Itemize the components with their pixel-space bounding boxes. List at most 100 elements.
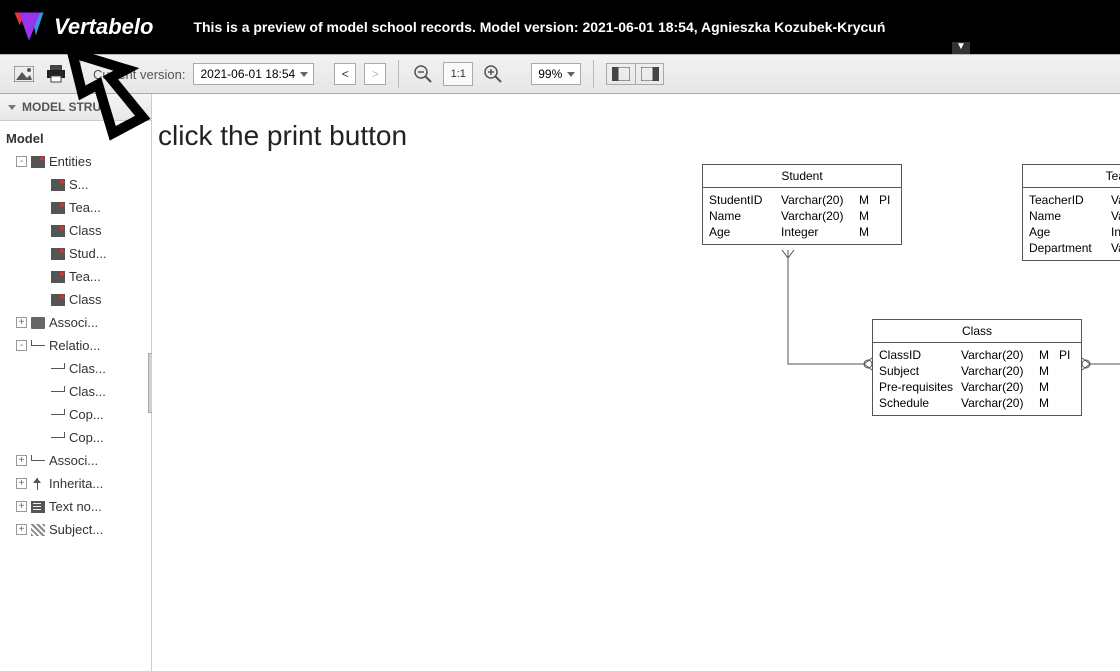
col-type: Varchar(20)	[781, 208, 853, 224]
current-version-label: Current version:	[93, 67, 185, 82]
tree-item[interactable]: -Entities	[4, 150, 151, 173]
col-name: Schedule	[879, 395, 955, 411]
entity-student[interactable]: Student StudentIDVarchar(20)MPINameVarch…	[702, 164, 902, 245]
banner-close-icon[interactable]: ▼	[952, 42, 970, 54]
relh-icon	[51, 386, 65, 398]
tree-spacer	[36, 225, 47, 236]
tree-expand-toggle[interactable]: +	[16, 317, 27, 328]
entity-class-title: Class	[873, 320, 1081, 343]
zoom-reset-button[interactable]: 1:1	[443, 62, 473, 86]
entity-column-row: Pre-requisitesVarchar(20)M	[879, 379, 1075, 395]
col-key	[1059, 395, 1075, 411]
entity-column-row: AgeIntegerM	[1029, 224, 1120, 240]
col-name: Name	[709, 208, 775, 224]
model-structure-sidebar: MODEL STRU... Model -EntitiesS... Tea... C…	[0, 94, 152, 671]
tree-item-label: Tea...	[69, 200, 101, 215]
entity-column-row: AgeIntegerM	[709, 224, 895, 240]
tree-expand-toggle[interactable]: +	[16, 478, 27, 489]
entity-column-row: NameVarchar(20)M	[1029, 208, 1120, 224]
col-nn: M	[1039, 363, 1053, 379]
ent-icon	[51, 225, 65, 237]
tree-item-label: Class	[69, 292, 102, 307]
image-export-button[interactable]	[12, 62, 36, 86]
tree-spacer	[36, 271, 47, 282]
left-panel-toggle[interactable]	[607, 64, 635, 84]
tree-item-label: Inherita...	[49, 476, 103, 491]
entity-column-row: SubjectVarchar(20)M	[879, 363, 1075, 379]
tree-item[interactable]: Class	[4, 219, 151, 242]
inh-icon	[31, 478, 45, 490]
tree-spacer	[36, 363, 47, 374]
col-key	[879, 208, 895, 224]
col-nn: M	[859, 192, 873, 208]
tree-item-label: Class	[69, 223, 102, 238]
col-type: Varchar(20)	[961, 379, 1033, 395]
tree-item-label: Associ...	[49, 315, 98, 330]
entity-column-row: ClassIDVarchar(20)MPI	[879, 347, 1075, 363]
zoom-out-button[interactable]	[411, 62, 435, 86]
rel-icon	[31, 455, 45, 467]
tree-item[interactable]: Stud...	[4, 242, 151, 265]
col-nn: M	[1039, 347, 1053, 363]
relh-icon	[51, 363, 65, 375]
tree-expand-toggle[interactable]: -	[16, 340, 27, 351]
tree-spacer	[36, 202, 47, 213]
col-type: Varchar(20)	[961, 395, 1033, 411]
collapse-icon	[8, 105, 16, 110]
version-prev-button[interactable]: <	[334, 63, 356, 85]
tree-item-label: Text no...	[49, 499, 102, 514]
col-type: Varchar(20)	[1111, 208, 1120, 224]
tree-item[interactable]: Class	[4, 288, 151, 311]
zoom-select[interactable]: 99%	[531, 63, 581, 85]
version-next-button[interactable]: >	[364, 63, 386, 85]
tree-expand-toggle[interactable]: +	[16, 501, 27, 512]
zoom-out-icon	[414, 65, 432, 83]
tree-item[interactable]: - Relatio...	[4, 334, 151, 357]
panel-layout-toggle[interactable]	[606, 63, 664, 85]
tree-item[interactable]: +Subject...	[4, 518, 151, 541]
tree-item[interactable]: + Inherita...	[4, 472, 151, 495]
print-button[interactable]	[44, 62, 68, 86]
version-select[interactable]: 2021-06-01 18:54	[193, 63, 314, 85]
tree-item[interactable]: + Associ...	[4, 311, 151, 334]
col-name: Pre-requisites	[879, 379, 955, 395]
tree-spacer	[36, 179, 47, 190]
tree-item[interactable]: +Associ...	[4, 449, 151, 472]
tree-item[interactable]: Tea...	[4, 196, 151, 219]
tree-expand-toggle[interactable]: +	[16, 455, 27, 466]
relh-icon	[51, 409, 65, 421]
col-name: Name	[1029, 208, 1105, 224]
col-type: Varchar(20)	[1111, 192, 1120, 208]
folder-icon	[31, 317, 45, 329]
col-key	[1059, 379, 1075, 395]
tree-expand-toggle[interactable]: -	[16, 156, 27, 167]
tree-item-label: Clas...	[69, 384, 106, 399]
tree-item[interactable]: Clas...	[4, 357, 151, 380]
tree-root[interactable]: Model	[4, 127, 151, 150]
tree-spacer	[36, 248, 47, 259]
tree-spacer	[36, 432, 47, 443]
tree-expand-toggle[interactable]: +	[16, 524, 27, 535]
tree-item[interactable]: Cop...	[4, 403, 151, 426]
tree-item-label: Relatio...	[49, 338, 100, 353]
tree-item[interactable]: Tea...	[4, 265, 151, 288]
brand-logo[interactable]: Vertabelo	[12, 10, 153, 44]
col-nn: M	[859, 224, 873, 240]
col-nn: M	[859, 208, 873, 224]
diagram-canvas[interactable]: Student StudentIDVarchar(20)MPINameVarch…	[152, 94, 1120, 671]
main-toolbar: Current version: 2021-06-01 18:54 < > 1:…	[0, 54, 1120, 94]
right-panel-toggle[interactable]	[635, 64, 663, 84]
tree-item[interactable]: S...	[4, 173, 151, 196]
tree-item[interactable]: Clas...	[4, 380, 151, 403]
tree-item[interactable]: Cop...	[4, 426, 151, 449]
zoom-in-button[interactable]	[481, 62, 505, 86]
col-nn: M	[1039, 395, 1053, 411]
tree-item[interactable]: + Text no...	[4, 495, 151, 518]
ent-icon	[51, 248, 65, 260]
ent-icon	[51, 294, 65, 306]
entity-teacher[interactable]: Teacher TeacherIDVarchar(20)MPINameVarch…	[1022, 164, 1120, 261]
entity-class[interactable]: Class ClassIDVarchar(20)MPISubjectVarcha…	[872, 319, 1082, 416]
area-icon	[31, 524, 45, 536]
sidebar-panel-header[interactable]: MODEL STRU...	[0, 94, 151, 121]
entity-column-row: Schedule Varchar(20) M	[879, 395, 1075, 411]
